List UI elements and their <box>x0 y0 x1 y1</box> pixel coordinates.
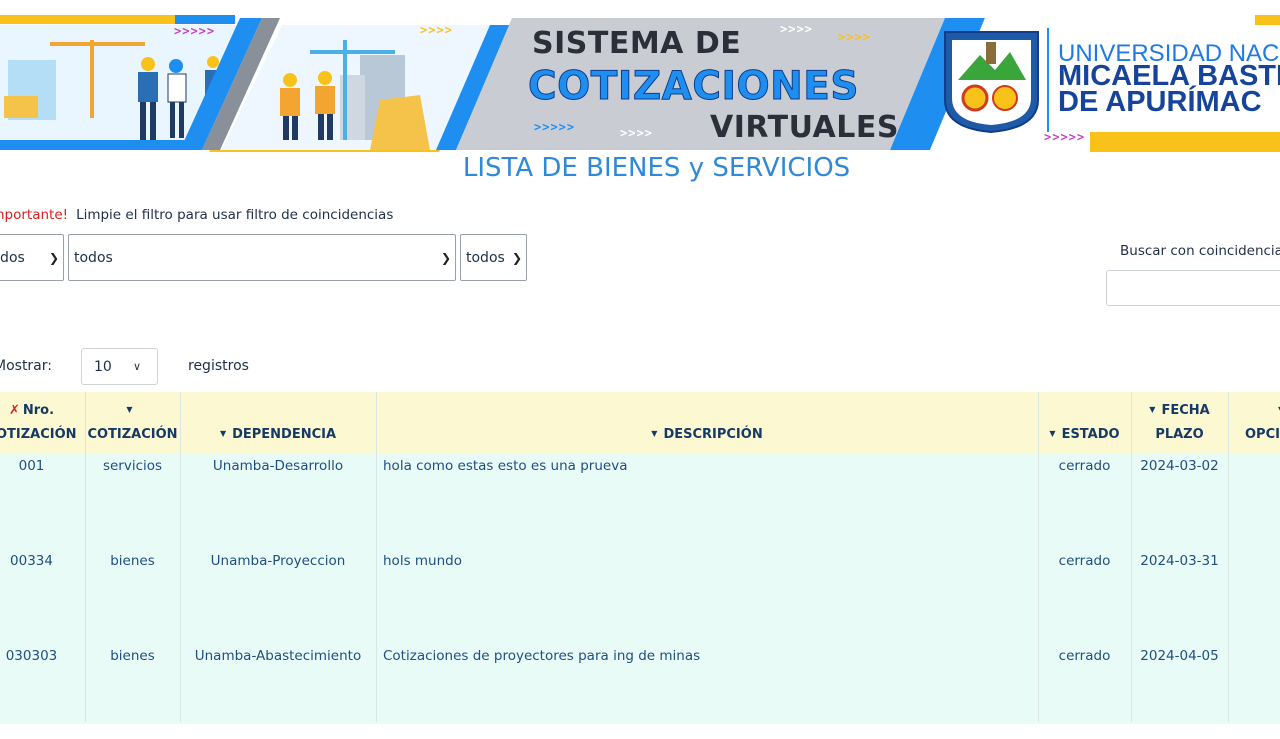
cell-descripcion: hols mundo <box>383 553 462 569</box>
cell-tipo: servicios <box>102 458 163 474</box>
chevron-down-icon: ❯ <box>511 250 523 265</box>
cell-fecha: 2024-04-05 <box>1140 648 1219 664</box>
header-dependencia-label: DEPENDENCIA <box>232 427 337 442</box>
entries-per-page-value: 10 <box>94 358 112 375</box>
filter-notice: ¡Importante! Limpie el filtro para usar f… <box>0 207 393 223</box>
entries-per-page-select[interactable]: 10 ∨ <box>81 348 158 385</box>
state-filter-select[interactable]: todos ❯ <box>460 234 527 281</box>
table-row[interactable]: 00334 bienes Unamba-Proyeccion hols mund… <box>0 549 1280 644</box>
dependency-filter-value: todos <box>74 249 113 266</box>
banner-title-line3: VIRTUALES <box>710 110 899 145</box>
header-descripcion[interactable]: ▼ DESCRIPCIÓN <box>376 392 1038 454</box>
header-estado-label: ESTADO <box>1061 427 1120 442</box>
cell-estado: cerrado <box>1058 458 1111 474</box>
sort-icon: ▼ <box>219 429 227 438</box>
type-filter-value: todos <box>0 249 25 266</box>
header-fecha-line2: PLAZO <box>1155 427 1204 442</box>
cell-fecha: 2024-03-02 <box>1140 458 1219 474</box>
cell-descripcion: hola como estas esto es una prueva <box>383 458 628 474</box>
header-nro-line1: Nro. <box>22 403 55 418</box>
university-seal-icon <box>944 31 1039 134</box>
chevron-down-icon: ❯ <box>48 250 60 265</box>
sort-icon: ▼ <box>651 429 658 438</box>
cell-nro: 030303 <box>5 648 58 664</box>
dependency-filter-select[interactable]: todos ❯ <box>68 234 456 281</box>
state-filter-value: todos <box>466 249 505 266</box>
cell-dependencia: Unamba-Desarrollo <box>212 458 344 474</box>
header-opciones[interactable]: ▼ OPCIONES <box>1228 392 1280 454</box>
header-tipo[interactable]: ▼ COTIZACIÓN <box>85 392 180 454</box>
header-nro[interactable]: ✗Nro. COTIZACIÓN <box>0 392 85 454</box>
sort-active-icon: ✗ <box>8 403 20 418</box>
search-input[interactable] <box>1106 270 1280 306</box>
cell-estado: cerrado <box>1058 648 1111 664</box>
university-name-line3: DE APURÍMAC <box>1058 86 1262 118</box>
header-nro-line2: COTIZACIÓN <box>0 427 77 442</box>
header-opciones-label: OPCIONES <box>1245 427 1280 442</box>
cell-fecha: 2024-03-31 <box>1140 553 1219 569</box>
quotations-table: ✗Nro. COTIZACIÓN ▼ COTIZACIÓN ▼ DEPENDENC… <box>0 392 1280 724</box>
page-title: LISTA DE BIENES y SERVICIOS <box>462 153 851 183</box>
cell-nro: 001 <box>18 458 45 474</box>
search-label: Buscar con coincidencias: <box>1120 243 1280 259</box>
cell-descripcion: Cotizaciones de proyectores para ing de … <box>383 648 701 664</box>
header-banner: >>>>> >>>> >>>> >>>> >>>>> >>>> >>>>> SI… <box>0 0 1280 152</box>
sort-icon: ▼ <box>1149 405 1156 414</box>
header-fecha[interactable]: ▼ FECHA PLAZO <box>1131 392 1228 454</box>
cell-nro: 00334 <box>10 553 53 569</box>
show-entries-label: Mostrar: <box>0 358 52 374</box>
chevron-down-icon: ❯ <box>440 250 452 265</box>
sort-icon: ▼ <box>1049 429 1056 438</box>
table-row[interactable]: 030303 bienes Unamba-Abastecimiento Coti… <box>0 644 1280 739</box>
table-row[interactable]: 001 servicios Unamba-Desarrollo hola com… <box>0 454 1280 549</box>
cell-tipo: bienes <box>110 553 155 569</box>
records-label: registros <box>188 358 249 374</box>
cell-dependencia: Unamba-Abastecimiento <box>194 648 362 664</box>
header-fecha-line1: FECHA <box>1161 403 1210 418</box>
cell-dependencia: Unamba-Proyeccion <box>210 553 346 569</box>
type-filter-select[interactable]: todos ❯ <box>0 234 64 281</box>
header-dependencia[interactable]: ▼ DEPENDENCIA <box>180 392 376 454</box>
notice-important-label: ¡Importante! <box>0 207 69 223</box>
banner-title-line2: COTIZACIONES <box>527 64 860 110</box>
banner-title-line1: SISTEMA DE <box>532 26 742 61</box>
cell-tipo: bienes <box>110 648 155 664</box>
header-descripcion-label: DESCRIPCIÓN <box>663 427 763 442</box>
header-estado[interactable]: ▼ ESTADO <box>1038 392 1131 454</box>
header-tipo-label: COTIZACIÓN <box>87 427 178 442</box>
cell-estado: cerrado <box>1058 553 1111 569</box>
chevron-down-icon: ∨ <box>133 360 142 373</box>
sort-icon: ▼ <box>126 405 133 414</box>
notice-message: Limpie el filtro para usar filtro de coi… <box>76 207 394 223</box>
